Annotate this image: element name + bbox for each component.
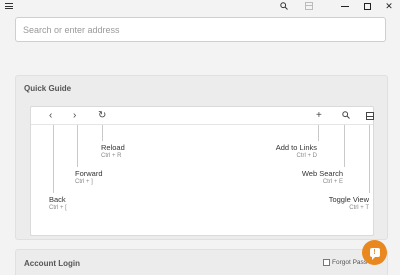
account-login-card: Account Login Forgot Pass bbox=[15, 249, 388, 275]
toggle-view-shortcut: Ctrl + T bbox=[349, 205, 369, 211]
toggle-view-guide: Toggle View Ctrl + T bbox=[329, 195, 369, 213]
add-links-label: Add to Links bbox=[275, 143, 317, 152]
feedback-button[interactable]: ! bbox=[362, 240, 387, 265]
web-search-shortcut: Ctrl + E bbox=[322, 179, 343, 185]
search-icon bbox=[280, 2, 288, 10]
web-search-guide: Web Search Ctrl + E bbox=[302, 169, 343, 187]
menu-button[interactable] bbox=[3, 0, 15, 12]
forward-label: Forward bbox=[75, 169, 103, 178]
address-placeholder: Search or enter address bbox=[23, 24, 120, 35]
browser-mockup: ‹ › ↻ + Reload Ctrl + R Forward Ctrl +]… bbox=[30, 106, 374, 236]
search-button[interactable] bbox=[278, 0, 290, 12]
feedback-glyph: ! bbox=[373, 249, 376, 256]
address-bar[interactable]: Search or enter address bbox=[15, 17, 386, 42]
back-shortcut: Ctrl + [ bbox=[49, 205, 67, 211]
reload-shortcut: Ctrl + R bbox=[101, 153, 122, 159]
forward-guide: Forward Ctrl + ] bbox=[75, 169, 103, 187]
forward-icon: › bbox=[73, 110, 77, 121]
forward-shortcut: Ctrl + ] bbox=[75, 179, 93, 185]
add-links-shortcut: Ctrl + D bbox=[296, 153, 317, 159]
reload-leader-line bbox=[102, 125, 103, 141]
quick-guide-card: Quick Guide ‹ › ↻ + Reload Ctrl + R Forw… bbox=[15, 75, 388, 240]
forgot-password-checkbox[interactable] bbox=[323, 259, 330, 266]
back-guide: Back Ctrl + [ bbox=[49, 195, 67, 213]
close-icon: ✕ bbox=[385, 0, 393, 11]
mockup-toolbar: ‹ › ↻ + bbox=[31, 107, 374, 125]
close-button[interactable]: ✕ bbox=[383, 0, 395, 12]
back-leader-line bbox=[53, 125, 54, 193]
forward-leader-line bbox=[77, 125, 78, 167]
reload-guide: Reload Ctrl + R bbox=[101, 143, 125, 161]
quick-guide-title: Quick Guide bbox=[24, 84, 72, 93]
add-leader-line bbox=[318, 125, 319, 141]
web-search-label: Web Search bbox=[301, 169, 343, 178]
reload-label: Reload bbox=[101, 143, 125, 152]
view-leader-line bbox=[369, 125, 370, 193]
maximize-icon bbox=[363, 2, 371, 10]
title-bar: ✕ bbox=[0, 0, 400, 12]
search-icon bbox=[342, 111, 350, 121]
search-leader-line bbox=[344, 125, 345, 167]
toggle-view-button[interactable] bbox=[303, 0, 315, 12]
toggle-view-icon bbox=[366, 111, 374, 120]
add-links-guide: Add to Links Ctrl + D bbox=[276, 143, 317, 161]
hamburger-icon bbox=[5, 3, 13, 9]
back-icon: ‹ bbox=[49, 110, 53, 121]
account-login-title: Account Login bbox=[24, 259, 80, 268]
toggle-view-icon bbox=[305, 2, 313, 10]
add-icon: + bbox=[316, 110, 322, 121]
maximize-button[interactable] bbox=[361, 0, 373, 12]
reload-icon: ↻ bbox=[98, 110, 107, 121]
forgot-password-label: Forgot Pass bbox=[332, 259, 368, 266]
toggle-view-label: Toggle View bbox=[328, 195, 369, 204]
feedback-icon: ! bbox=[369, 248, 380, 260]
minimize-button[interactable] bbox=[339, 0, 351, 12]
minimize-icon bbox=[341, 5, 349, 7]
back-label: Back bbox=[49, 195, 66, 204]
